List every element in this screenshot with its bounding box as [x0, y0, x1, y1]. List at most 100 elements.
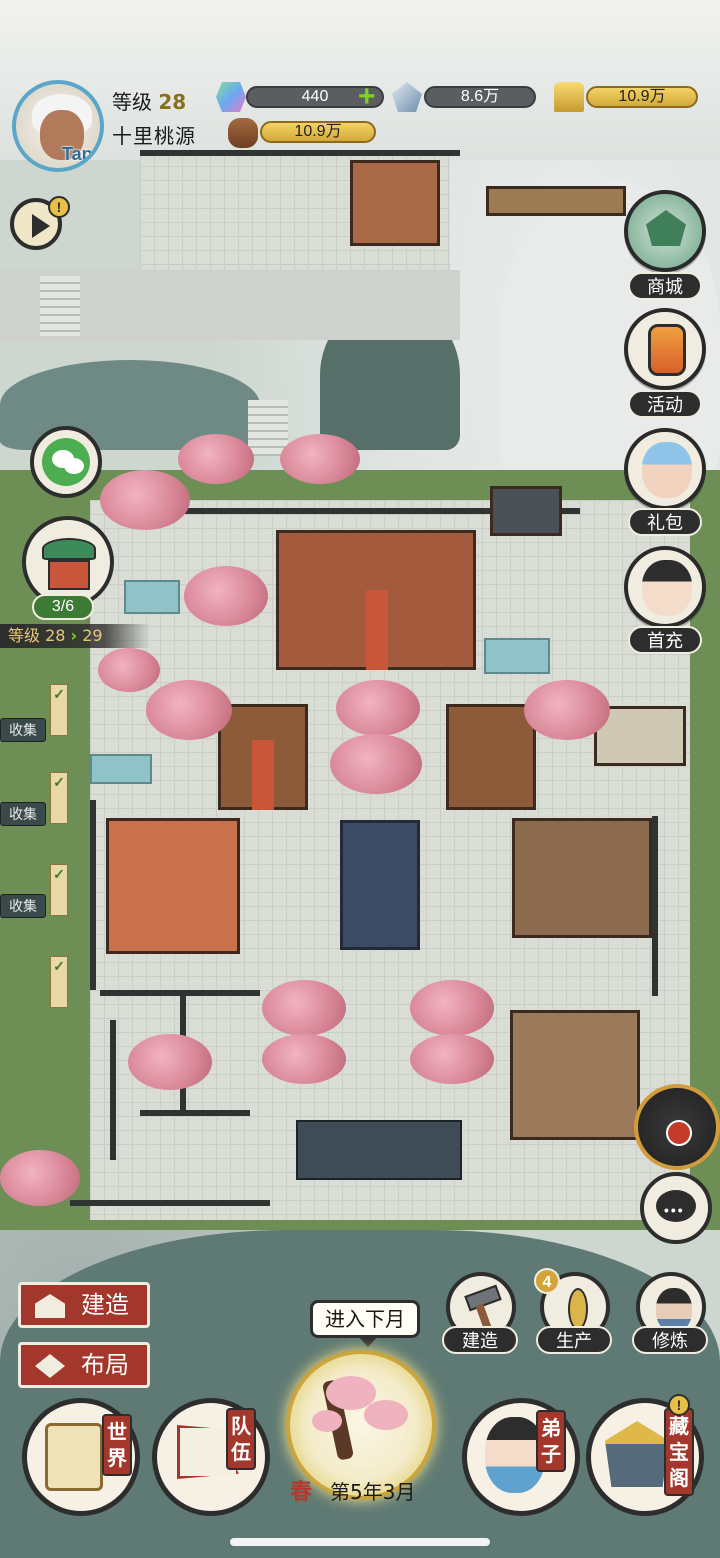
gift-label[interactable]: 礼包: [628, 508, 702, 536]
pond: [484, 638, 550, 674]
play-icon: [32, 214, 50, 238]
treasure-nav-label[interactable]: 藏宝阁: [664, 1408, 694, 1496]
first-charge-button[interactable]: [624, 546, 706, 628]
gift-character-icon: [642, 442, 692, 498]
stairs: [40, 276, 80, 336]
shop-button[interactable]: [624, 190, 706, 272]
chat-button[interactable]: •••: [640, 1172, 712, 1244]
build-mode-button[interactable]: 建造: [18, 1282, 150, 1328]
wall: [140, 150, 460, 156]
wechat-icon: [42, 438, 90, 486]
add-jade-button[interactable]: +: [358, 82, 376, 112]
pond: [90, 754, 152, 784]
treasure-pavilion-icon: [605, 1421, 669, 1487]
level-to: 29: [82, 626, 103, 645]
cultivate-tool-label[interactable]: 修炼: [632, 1326, 708, 1354]
collect-check-icon: ✓: [50, 684, 68, 736]
blossom: [312, 1410, 342, 1432]
wall: [652, 816, 658, 996]
cherry-tree: [262, 1034, 346, 1084]
central-monument[interactable]: [340, 820, 420, 950]
level-from: 等级 28: [8, 626, 66, 645]
jade-icon: [216, 82, 246, 112]
collect-button[interactable]: 收集: [0, 718, 46, 742]
first-charge-character-icon: [642, 560, 692, 616]
collect-check-icon: ✓: [50, 956, 68, 1008]
first-charge-label[interactable]: 首充: [628, 626, 702, 654]
main-gate[interactable]: [296, 1120, 462, 1180]
gold-ingot-icon: [554, 82, 584, 112]
bomb-icon: [666, 1120, 692, 1146]
gift-button[interactable]: [624, 428, 706, 510]
cherry-tree: [98, 648, 160, 692]
chat-dots: •••: [664, 1202, 685, 1218]
treasure-alert-badge: !: [668, 1394, 690, 1416]
sect-name: 十里桃源: [112, 124, 196, 148]
build-tool-label[interactable]: 建造: [442, 1326, 518, 1354]
cherry-tree: [280, 434, 360, 484]
bomb-event-button[interactable]: [634, 1084, 720, 1170]
shop-label[interactable]: 商城: [628, 272, 702, 300]
house-icon: [35, 1294, 65, 1318]
player-level: 等级 28: [112, 86, 186, 115]
layout-mode-label: 布局: [81, 1351, 129, 1379]
cherry-tree: [146, 680, 232, 740]
disciples-nav-label[interactable]: 弟子: [536, 1410, 566, 1472]
task-progress: 3/6: [32, 594, 94, 620]
dining-hall[interactable]: [106, 818, 240, 954]
cherry-tree: [262, 980, 346, 1036]
cherry-tree: [410, 1034, 494, 1084]
next-month-button[interactable]: 进入下月: [310, 1300, 420, 1347]
cherry-tree: [330, 734, 422, 794]
home-indicator[interactable]: [230, 1538, 490, 1546]
cherry-tree: [184, 566, 268, 626]
wood-log-icon: [228, 118, 258, 148]
layout-mode-button[interactable]: 布局: [18, 1342, 150, 1388]
crystal-amount: 8.6万: [424, 86, 536, 108]
gold-amount: 10.9万: [586, 86, 698, 108]
pavilion[interactable]: [490, 486, 562, 536]
red-carpet: [366, 590, 388, 670]
scroll-map-icon: [45, 1423, 103, 1491]
bridge: [486, 186, 626, 216]
build-mode-label: 建造: [81, 1291, 129, 1319]
event-button[interactable]: [624, 308, 706, 390]
arrow-right-icon: ›: [70, 626, 78, 645]
team-nav-label[interactable]: 队伍: [226, 1408, 256, 1470]
east-hall[interactable]: [446, 704, 536, 810]
player-avatar[interactable]: Tap: [12, 80, 104, 172]
hall-building[interactable]: [350, 160, 440, 246]
stairs: [248, 400, 288, 456]
temple-icon: [42, 538, 96, 560]
produce-badge: 4: [534, 1268, 560, 1294]
level-label: 等级: [112, 90, 152, 114]
cherry-tree: [336, 680, 420, 736]
pond: [124, 580, 180, 614]
game-date: 第5年3月: [330, 1480, 416, 1504]
world-nav-label[interactable]: 世界: [102, 1414, 132, 1476]
collect-check-icon: ✓: [50, 864, 68, 916]
layout-icon: [35, 1354, 65, 1378]
maze-wall: [140, 1110, 250, 1116]
shop-pavilion-icon: [646, 210, 686, 246]
collect-button[interactable]: 收集: [0, 802, 46, 826]
wheat-icon: [568, 1288, 588, 1330]
cherry-tree: [100, 470, 190, 530]
market-stalls[interactable]: [510, 1010, 640, 1140]
event-label[interactable]: 活动: [628, 390, 702, 418]
library[interactable]: [512, 818, 652, 938]
maze-wall: [110, 1020, 116, 1160]
lantern-icon: [648, 324, 686, 376]
avatar-tap-label: Tap: [62, 144, 93, 164]
maze-wall: [70, 1200, 270, 1206]
cherry-tree: [524, 680, 610, 740]
wood-amount: 10.9万: [260, 121, 376, 143]
collect-button[interactable]: 收集: [0, 894, 46, 918]
temple-body: [48, 560, 90, 590]
red-carpet: [252, 740, 274, 810]
cherry-tree: [0, 1150, 80, 1206]
produce-tool-label[interactable]: 生产: [536, 1326, 612, 1354]
wall: [90, 800, 96, 990]
wechat-button[interactable]: [30, 426, 102, 498]
wechat-bubble: [64, 458, 84, 474]
